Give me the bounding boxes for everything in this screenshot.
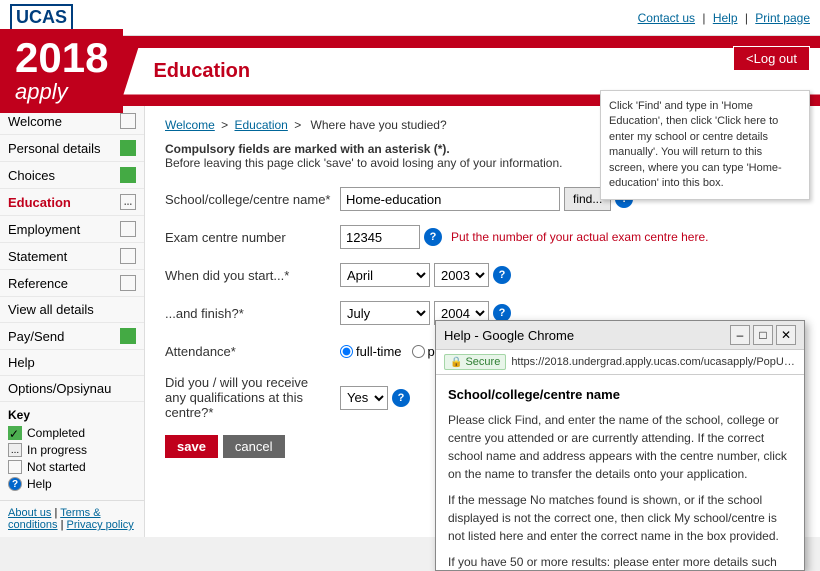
- breadcrumb-welcome[interactable]: Welcome: [165, 118, 215, 132]
- exam-label: Exam centre number: [165, 230, 340, 245]
- close-button[interactable]: ✕: [776, 325, 796, 345]
- sidebar-item-personal[interactable]: Personal details: [0, 135, 144, 162]
- about-link[interactable]: About us: [8, 507, 51, 519]
- sidebar-item-help[interactable]: Help: [0, 350, 144, 376]
- sidebar-check-welcome: [120, 113, 136, 129]
- start-controls: April JanuaryFebruaryMarch MayJuneJuly A…: [340, 263, 800, 287]
- attendance-label: Attendance*: [165, 344, 340, 359]
- key-inprogress: ... In progress: [8, 443, 136, 457]
- sidebar: Welcome Personal details Choices Educati…: [0, 106, 145, 537]
- popup-title-left: Help - Google Chrome: [444, 328, 574, 343]
- notstarted-box: [8, 460, 22, 474]
- header-left: 2018 apply: [0, 29, 123, 113]
- notice-line1: Compulsory fields are marked with an ast…: [165, 142, 450, 156]
- sidebar-check-paysend: [120, 328, 136, 344]
- key-help: ? Help: [8, 477, 136, 491]
- about-links: About us | Terms & conditions | Privacy …: [0, 500, 144, 537]
- popup-content-title: School/college/centre name: [448, 385, 792, 405]
- school-input[interactable]: [340, 187, 560, 211]
- key-completed: ✓ Completed: [8, 426, 136, 440]
- privacy-link[interactable]: Privacy policy: [67, 519, 134, 531]
- popup-para-3: If you have 50 or more results: please e…: [448, 553, 792, 571]
- help-popup: Help - Google Chrome – □ ✕ 🔒 Secure http…: [435, 320, 805, 571]
- tooltip-box: Click 'Find' and type in 'Home Education…: [600, 90, 810, 200]
- sidebar-item-paysend[interactable]: Pay/Send: [0, 323, 144, 350]
- start-label: When did you start...*: [165, 268, 340, 283]
- start-help-icon[interactable]: ?: [493, 266, 511, 284]
- notice-line2: Before leaving this page click 'save' to…: [165, 156, 562, 170]
- header-title-area: Education: [123, 48, 820, 95]
- secure-label: Secure: [465, 356, 500, 368]
- inprogress-box: ...: [8, 443, 22, 457]
- sidebar-check-education: ...: [120, 194, 136, 210]
- popup-title: Help - Google Chrome: [444, 328, 574, 343]
- print-link[interactable]: Print page: [755, 11, 810, 25]
- qual-label: Did you / will you receive any qualifica…: [165, 375, 340, 420]
- sidebar-check-statement: [120, 248, 136, 264]
- sidebar-item-choices[interactable]: Choices: [0, 162, 144, 189]
- start-year-select[interactable]: 2003200020012002 20042005: [434, 263, 489, 287]
- popup-url-bar: 🔒 Secure https://2018.undergrad.apply.uc…: [436, 350, 804, 375]
- radio-fulltime[interactable]: full-time: [340, 344, 402, 359]
- radio-parttime-input[interactable]: [412, 345, 425, 358]
- sidebar-check-employment: [120, 221, 136, 237]
- key-section: Key ✓ Completed ... In progress Not star…: [0, 402, 144, 500]
- popup-titlebar: Help - Google Chrome – □ ✕: [436, 321, 804, 350]
- ucas-logo: UCAS: [10, 4, 73, 31]
- sidebar-item-education[interactable]: Education ...: [0, 189, 144, 216]
- logout-button[interactable]: <Log out: [733, 46, 810, 71]
- page-title: Education: [153, 60, 250, 83]
- sidebar-check-reference: [120, 275, 136, 291]
- breadcrumb-education[interactable]: Education: [234, 118, 287, 132]
- exam-controls: ? Put the number of your actual exam cen…: [340, 225, 800, 249]
- qual-help-icon[interactable]: ?: [392, 389, 410, 407]
- sidebar-item-reference[interactable]: Reference: [0, 270, 144, 297]
- secure-badge: 🔒 Secure: [444, 354, 506, 370]
- school-label: School/college/centre name*: [165, 192, 340, 207]
- contact-link[interactable]: Contact us: [638, 11, 695, 25]
- breadcrumb-current: Where have you studied?: [311, 118, 447, 132]
- completed-box: ✓: [8, 426, 22, 440]
- exam-info: Put the number of your actual exam centr…: [451, 230, 708, 244]
- finish-label: ...and finish?*: [165, 306, 340, 321]
- lock-icon: 🔒: [450, 357, 462, 368]
- sidebar-item-employment[interactable]: Employment: [0, 216, 144, 243]
- start-row: When did you start...* April JanuaryFebr…: [165, 261, 800, 289]
- sidebar-item-statement[interactable]: Statement: [0, 243, 144, 270]
- popup-content: School/college/centre name Please click …: [436, 375, 804, 570]
- radio-fulltime-input[interactable]: [340, 345, 353, 358]
- popup-para-1: Please click Find, and enter the name of…: [448, 411, 792, 483]
- key-title: Key: [8, 408, 136, 422]
- popup-window-buttons: – □ ✕: [730, 325, 796, 345]
- exam-input[interactable]: [340, 225, 420, 249]
- exam-row: Exam centre number ? Put the number of y…: [165, 223, 800, 251]
- finish-month-select[interactable]: July JanuaryFebruaryMarch AprilMayJune A…: [340, 301, 430, 325]
- tooltip-text: Click 'Find' and type in 'Home Education…: [609, 100, 782, 189]
- help-link[interactable]: Help: [713, 11, 738, 25]
- sidebar-item-options[interactable]: Options/Opsiynau: [0, 376, 144, 402]
- save-button[interactable]: save: [165, 435, 218, 458]
- apply-logo: 2018 apply: [15, 37, 108, 105]
- url-text: https://2018.undergrad.apply.ucas.com/uc…: [511, 356, 796, 368]
- popup-para-2: If the message No matches found is shown…: [448, 491, 792, 545]
- minimize-button[interactable]: –: [730, 325, 750, 345]
- start-month-select[interactable]: April JanuaryFebruaryMarch MayJuneJuly A…: [340, 263, 430, 287]
- help-key-box: ?: [8, 477, 22, 491]
- qual-select[interactable]: Yes No: [340, 386, 388, 410]
- maximize-button[interactable]: □: [753, 325, 773, 345]
- sidebar-item-viewall[interactable]: View all details: [0, 297, 144, 323]
- top-links: Contact us | Help | Print page: [638, 11, 810, 25]
- sidebar-check-choices: [120, 167, 136, 183]
- sidebar-check-personal: [120, 140, 136, 156]
- key-notstarted: Not started: [8, 460, 136, 474]
- exam-help-icon[interactable]: ?: [424, 228, 442, 246]
- cancel-button[interactable]: cancel: [223, 435, 285, 458]
